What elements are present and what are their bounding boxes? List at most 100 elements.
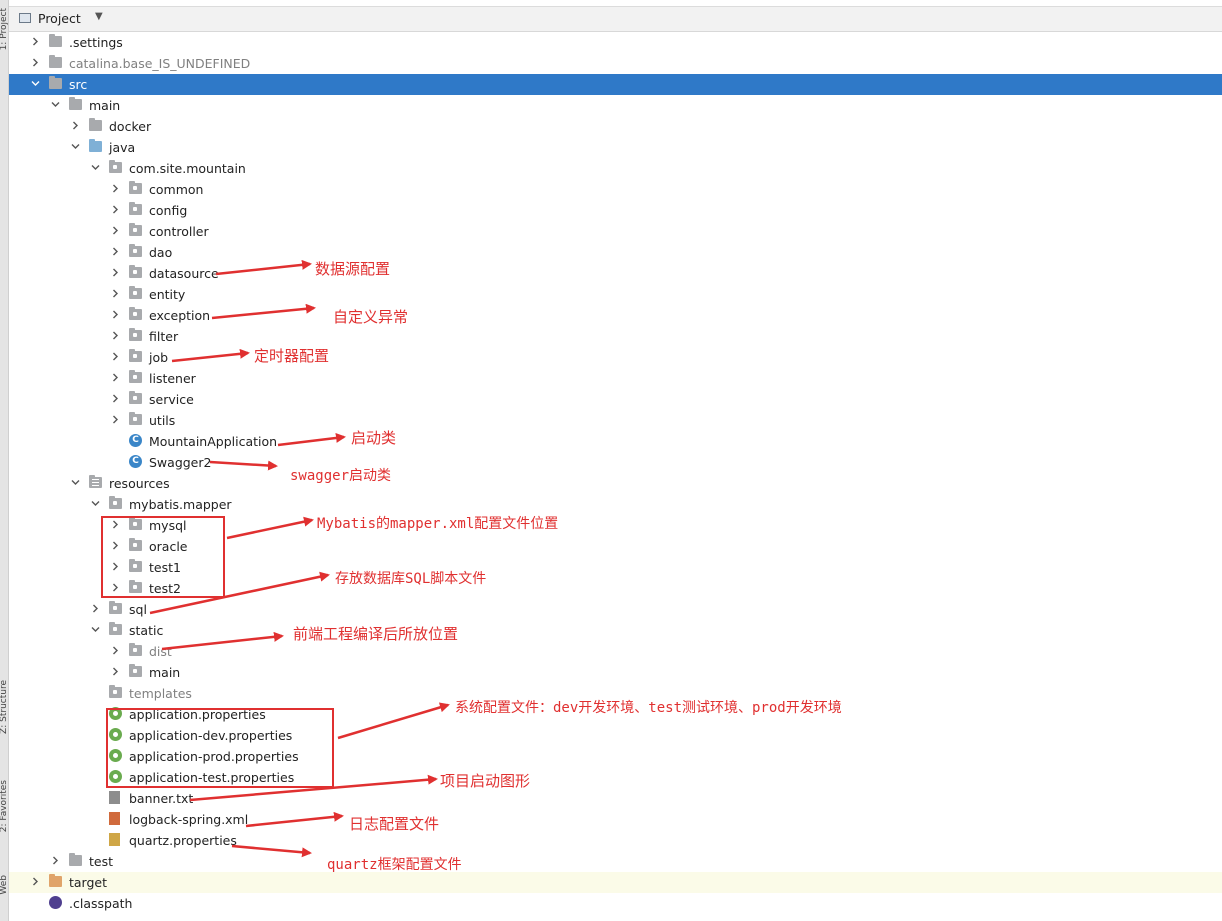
annotation-exception: 自定义异常 — [333, 308, 409, 326]
chevron-right-icon[interactable] — [111, 289, 119, 298]
chevron-right-icon[interactable] — [111, 373, 119, 382]
mapper-highlight-box — [101, 516, 225, 598]
package-icon — [129, 307, 142, 320]
tree-row-dao[interactable]: dao — [9, 242, 1222, 263]
chevron-right-icon[interactable] — [71, 121, 79, 130]
package-icon — [109, 160, 122, 173]
chevron-right-icon[interactable] — [91, 604, 99, 613]
chevron-right-icon[interactable] — [111, 310, 119, 319]
tree-item-label: main — [89, 98, 121, 113]
chevron-right-icon[interactable] — [111, 247, 119, 256]
tree-item-label: banner.txt — [129, 791, 194, 806]
resources-folder-icon — [89, 475, 102, 488]
package-icon — [129, 328, 142, 341]
tree-item-label: mybatis.mapper — [129, 497, 232, 512]
annotation-static: 前端工程编译后所放位置 — [293, 625, 459, 643]
tree-item-label: resources — [109, 476, 170, 491]
excluded-folder-icon — [49, 874, 62, 887]
tree-row-com-site-mountain[interactable]: com.site.mountain — [9, 158, 1222, 179]
tree-row-static[interactable]: static — [9, 620, 1222, 641]
spring-class-icon: C — [129, 434, 142, 448]
tree-row-quartz-properties[interactable]: quartz.properties — [9, 830, 1222, 851]
tree-row-target[interactable]: target — [9, 872, 1222, 893]
chevron-down-icon[interactable] — [71, 478, 80, 486]
chevron-right-icon[interactable] — [111, 226, 119, 235]
chevron-right-icon[interactable] — [111, 394, 119, 403]
tree-row-filter[interactable]: filter — [9, 326, 1222, 347]
package-icon — [129, 286, 142, 299]
chevron-right-icon[interactable] — [51, 856, 59, 865]
tree-row-sql[interactable]: sql — [9, 599, 1222, 620]
tab-project[interactable]: 1: Project — [0, 8, 9, 50]
tree-row-entity[interactable]: entity — [9, 284, 1222, 305]
tree-row-exception[interactable]: exception — [9, 305, 1222, 326]
chevron-down-icon[interactable] — [71, 142, 80, 150]
tree-row-utils[interactable]: utils — [9, 410, 1222, 431]
chevron-right-icon[interactable] — [31, 877, 39, 886]
tree-row-classpath[interactable]: .classpath — [9, 893, 1222, 914]
tab-structure[interactable]: Z: Structure — [0, 680, 9, 734]
chevron-right-icon[interactable] — [31, 37, 39, 46]
tree-row-config[interactable]: config — [9, 200, 1222, 221]
tree-item-label: listener — [149, 371, 196, 386]
source-folder-icon — [89, 139, 102, 152]
tree-item-label: service — [149, 392, 194, 407]
chevron-down-icon[interactable] — [91, 499, 100, 507]
package-icon — [129, 370, 142, 383]
tree-row-datasource[interactable]: datasource — [9, 263, 1222, 284]
package-icon — [129, 349, 142, 362]
tree-row-mybatis-mapper[interactable]: mybatis.mapper — [9, 494, 1222, 515]
tree-row-test[interactable]: test — [9, 851, 1222, 872]
tree-row-settings[interactable]: .settings — [9, 32, 1222, 53]
tree-item-label: catalina.base_IS_UNDEFINED — [69, 56, 251, 71]
tree-row-main[interactable]: main — [9, 95, 1222, 116]
package-icon — [129, 643, 142, 656]
annotation-logback: 日志配置文件 — [349, 815, 440, 833]
chevron-right-icon[interactable] — [111, 331, 119, 340]
folder-icon — [69, 97, 82, 110]
tree-item-label: datasource — [149, 266, 219, 281]
tree-row-src[interactable]: src — [9, 74, 1222, 95]
chevron-right-icon[interactable] — [111, 415, 119, 424]
tree-row-catalina-base-is-undefined[interactable]: catalina.base_IS_UNDEFINED — [9, 53, 1222, 74]
tree-row-mountainapplication[interactable]: C MountainApplication — [9, 431, 1222, 452]
tree-item-label: templates — [129, 686, 192, 701]
chevron-right-icon[interactable] — [111, 268, 119, 277]
chevron-right-icon[interactable] — [111, 646, 119, 655]
tree-row-listener[interactable]: listener — [9, 368, 1222, 389]
tree-row-controller[interactable]: controller — [9, 221, 1222, 242]
chevron-right-icon[interactable] — [111, 205, 119, 214]
chevron-down-icon[interactable] — [91, 163, 100, 171]
package-icon — [109, 601, 122, 614]
tree-item-label: target — [69, 875, 108, 890]
tree-row-resources[interactable]: resources — [9, 473, 1222, 494]
tree-row-service[interactable]: service — [9, 389, 1222, 410]
chevron-right-icon[interactable] — [111, 184, 119, 193]
tree-row-docker[interactable]: docker — [9, 116, 1222, 137]
tree-item-label: controller — [149, 224, 209, 239]
chevron-down-icon[interactable]: ▼ — [95, 11, 103, 22]
package-icon — [129, 202, 142, 215]
tree-row-java[interactable]: java — [9, 137, 1222, 158]
tab-favorites[interactable]: 2: Favorites — [0, 780, 9, 832]
chevron-right-icon[interactable] — [111, 352, 119, 361]
package-icon — [129, 181, 142, 194]
tab-web[interactable]: Web — [0, 875, 9, 895]
tree-row-job[interactable]: job — [9, 347, 1222, 368]
tree-row-main[interactable]: main — [9, 662, 1222, 683]
tree-row-logback-spring-xml[interactable]: logback-spring.xml — [9, 809, 1222, 830]
chevron-down-icon[interactable] — [31, 79, 40, 87]
chevron-right-icon[interactable] — [111, 667, 119, 676]
tree-row-dist[interactable]: dist — [9, 641, 1222, 662]
chevron-right-icon[interactable] — [31, 58, 39, 67]
chevron-down-icon[interactable] — [91, 625, 100, 633]
tree-row-banner-txt[interactable]: banner.txt — [9, 788, 1222, 809]
project-view-title[interactable]: Project — [38, 11, 81, 26]
tree-row-swagger2[interactable]: C Swagger2 — [9, 452, 1222, 473]
annotation-quartz: quartz框架配置文件 — [327, 857, 462, 873]
tree-row-common[interactable]: common — [9, 179, 1222, 200]
package-icon — [109, 685, 122, 698]
tree-item-label: src — [69, 77, 88, 92]
chevron-down-icon[interactable] — [51, 100, 60, 108]
package-icon — [129, 244, 142, 257]
